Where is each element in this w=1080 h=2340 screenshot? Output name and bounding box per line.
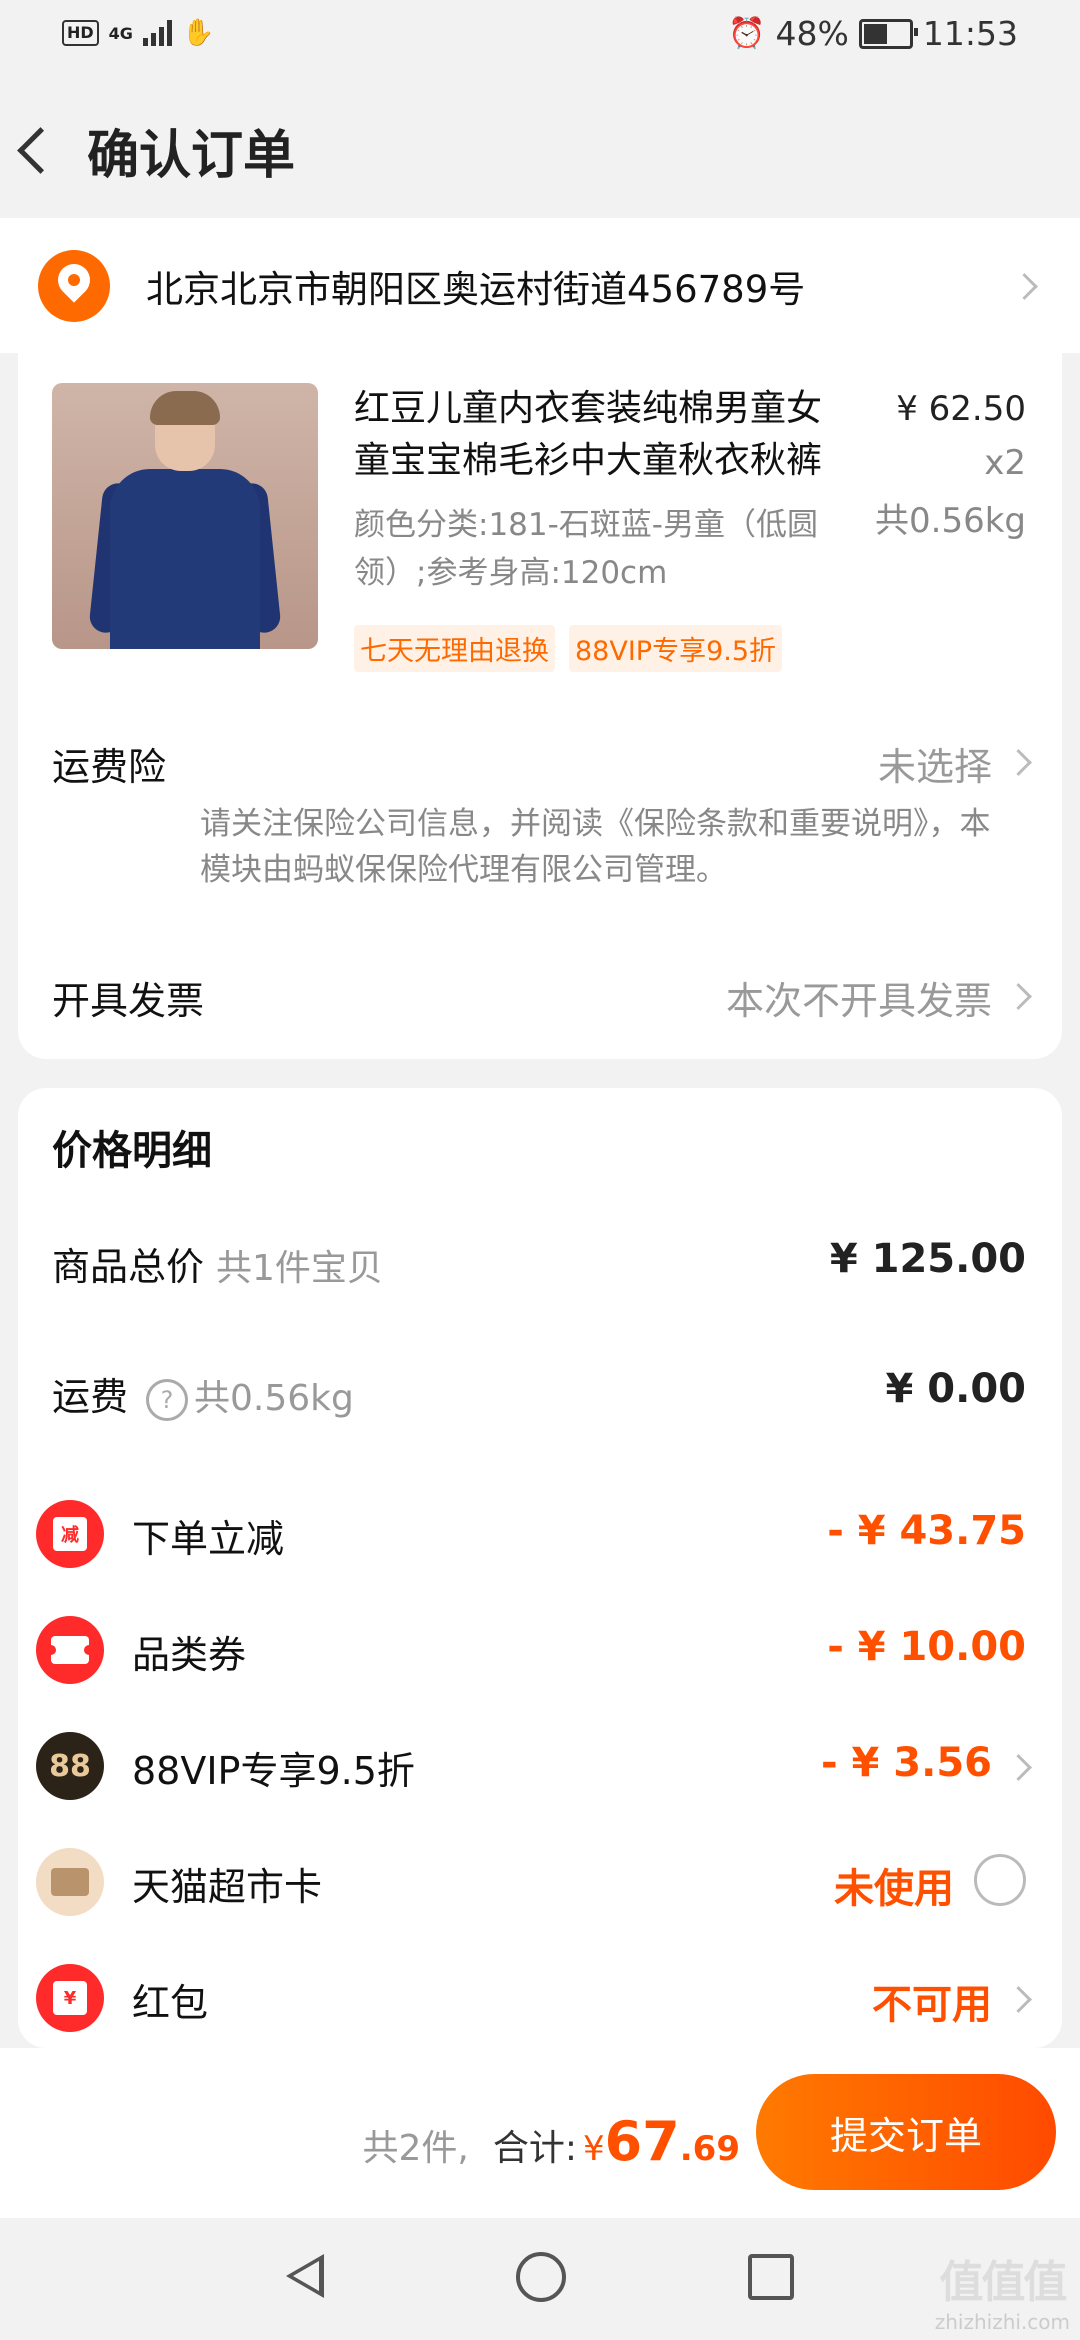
nav-home-icon[interactable] [516, 2252, 566, 2302]
instant-discount-icon: 减 [36, 1500, 104, 1568]
chevron-right-icon [1005, 749, 1032, 776]
network-type: 4G [108, 23, 133, 43]
nav-recent-icon[interactable] [748, 2254, 794, 2300]
total-decimal: .69 [679, 2129, 740, 2169]
supermarket-card-icon [36, 1848, 104, 1916]
chevron-right-icon [1005, 983, 1032, 1010]
product-tags: 七天无理由退换 88VIP专享9.5折 [354, 625, 783, 672]
product-price: ¥ 62.50 [896, 389, 1026, 429]
insurance-label: 运费险 [52, 745, 167, 789]
product-qty: x2 [984, 443, 1026, 483]
vip-discount-amount[interactable]: - ¥ 3.56 [821, 1740, 992, 1786]
instant-discount-label: 下单立减 [132, 1517, 285, 1561]
vip-discount-label: 88VIP专享9.5折 [132, 1749, 415, 1793]
signal-icon [142, 20, 172, 46]
page-title: 确认订单 [87, 125, 296, 186]
goods-total-label: 商品总价 [52, 1245, 205, 1289]
status-left: HD 4G ✋ [62, 18, 214, 48]
instant-discount-amount: - ¥ 43.75 [827, 1508, 1026, 1554]
battery-icon [858, 18, 918, 49]
shipping-row: 运费? 共0.56kg [52, 1366, 354, 1421]
checkout-bar: 共2件, 合计: ¥ 67 .69 提交订单 [0, 2048, 1080, 2218]
product-weight: 共0.56kg [875, 501, 1026, 541]
supermarket-card-radio[interactable] [974, 1854, 1026, 1906]
watermark: 值值值 zhizhizhi.com [935, 2246, 1070, 2334]
clock: 11:53 [922, 14, 1018, 53]
chevron-right-icon [1005, 1754, 1032, 1781]
coupon-icon [36, 1616, 104, 1684]
invoice-value[interactable]: 本次不开具发票 [726, 970, 992, 1025]
product-spec: 颜色分类:181-石斑蓝-男童（低圆领）;参考身高:120cm [354, 507, 818, 591]
hand-icon: ✋ [181, 18, 215, 48]
tag-return: 七天无理由退换 [354, 625, 555, 672]
back-icon[interactable] [17, 126, 64, 174]
hd-icon: HD [62, 20, 99, 46]
price-detail-title: 价格明细 [52, 1128, 212, 1174]
shipping-amount: ¥ 0.00 [885, 1366, 1026, 1412]
tag-vip: 88VIP专享9.5折 [569, 625, 783, 672]
nav-back-icon[interactable] [286, 2254, 324, 2298]
status-right: ⏰ 48% 11:53 [728, 14, 1018, 53]
price-detail-card: 价格明细 商品总价 共1件宝贝 ¥ 125.00 运费? 共0.56kg ¥ 0.0… [18, 1088, 1062, 2048]
invoice-label: 开具发票 [52, 979, 205, 1023]
shipping-note: 共0.56kg [194, 1378, 354, 1419]
help-icon[interactable]: ? [146, 1378, 189, 1421]
address-row[interactable]: 北京北京市朝阳区奥运村街道456789号 [0, 218, 1080, 353]
goods-total-amount: ¥ 125.00 [829, 1236, 1026, 1282]
coupon-label: 品类券 [132, 1633, 247, 1677]
submit-order-button[interactable]: 提交订单 [756, 2074, 1056, 2190]
status-bar: HD 4G ✋ ⏰ 48% 11:53 [0, 0, 1080, 75]
item-count: 共2件, [362, 2128, 469, 2169]
product-image[interactable] [52, 383, 318, 649]
chevron-right-icon [1011, 273, 1038, 300]
insurance-value[interactable]: 未选择 [878, 736, 992, 791]
order-item-card: 红豆儿童内衣套装纯棉男童女童宝宝棉毛衫中大童秋衣秋裤 颜色分类:181-石斑蓝-… [18, 353, 1062, 1059]
red-packet-label: 红包 [132, 1981, 209, 2025]
supermarket-card-label: 天猫超市卡 [132, 1865, 323, 1909]
goods-total-note: 共1件宝贝 [216, 1248, 383, 1289]
system-nav-bar: 值值值 zhizhizhi.com [0, 2218, 1080, 2340]
goods-total-row: 商品总价 共1件宝贝 [52, 1236, 383, 1291]
total-label: 合计: [492, 2128, 577, 2169]
watermark-site: zhizhizhi.com [934, 2310, 1070, 2334]
address-text: 北京北京市朝阳区奥运村街道456789号 [146, 267, 806, 311]
total-summary: 共2件, 合计: ¥ 67 .69 [362, 2110, 740, 2173]
red-packet-status[interactable]: 不可用 [872, 1972, 992, 2030]
supermarket-card-status: 未使用 [834, 1866, 954, 1912]
alarm-icon: ⏰ [728, 16, 766, 51]
battery-percent: 48% [775, 14, 849, 53]
total-integer: 67 [604, 2110, 680, 2173]
currency-symbol: ¥ [582, 2129, 605, 2169]
location-pin-icon [38, 249, 110, 322]
header: 确认订单 [0, 95, 1080, 205]
insurance-note: 请关注保险公司信息，并阅读《保险条款和重要说明》，本模块由蚂蚁保保险代理有限公司… [200, 806, 991, 888]
chevron-right-icon [1005, 1986, 1032, 2013]
vip88-icon: 88 [36, 1732, 104, 1800]
coupon-amount: - ¥ 10.00 [827, 1624, 1026, 1670]
shipping-label: 运费 [52, 1375, 129, 1419]
product-title[interactable]: 红豆儿童内衣套装纯棉男童女童宝宝棉毛衫中大童秋衣秋裤 [354, 383, 824, 487]
red-packet-icon: ¥ [36, 1964, 104, 2032]
watermark-logo: 值值值 [939, 2257, 1067, 2308]
